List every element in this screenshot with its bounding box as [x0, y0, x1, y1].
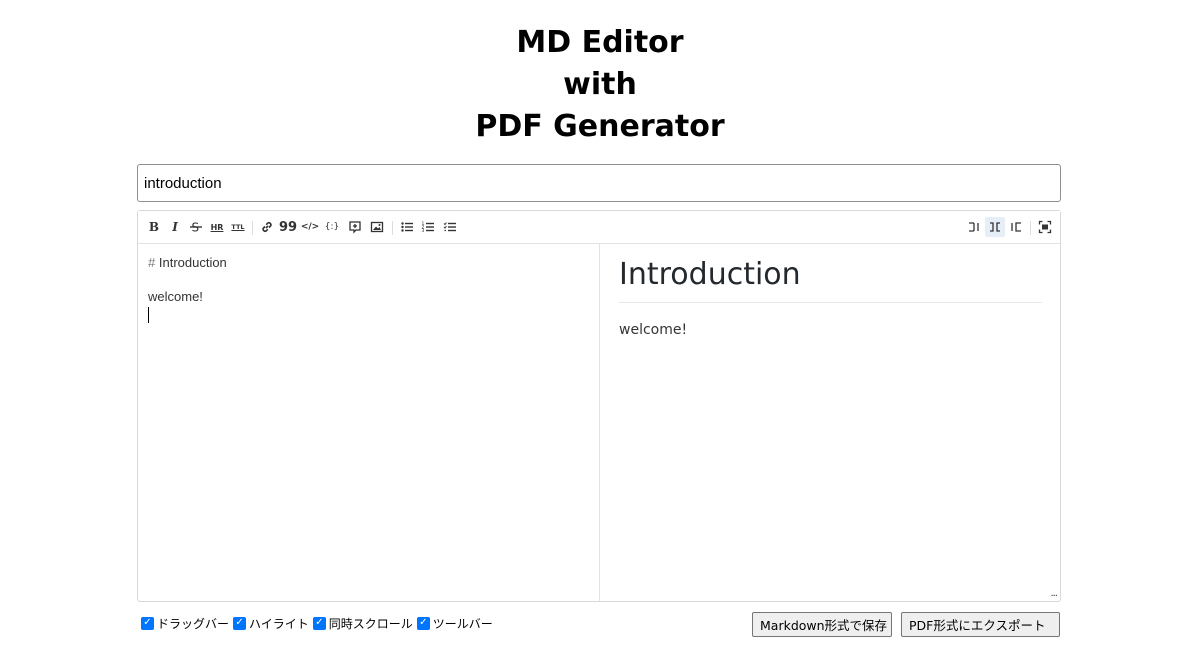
hr-icon[interactable]: HR [207, 217, 227, 237]
text-cursor [148, 306, 149, 323]
markdown-editor: B I S HR TTL 99 </> {:} 123 # Introducti… [137, 210, 1061, 602]
option-sync-scroll[interactable]: ✓ 同時スクロール [312, 615, 413, 632]
export-pdf-button[interactable]: PDF形式にエクスポート [901, 612, 1060, 637]
bold-icon[interactable]: B [144, 217, 164, 237]
title-line-3: PDF Generator [475, 109, 725, 144]
checkbox-checked-icon[interactable]: ✓ [312, 616, 326, 630]
toolbar-divider [1030, 221, 1031, 235]
task-list-icon[interactable] [440, 217, 460, 237]
code-icon[interactable]: </> [300, 217, 320, 237]
svg-text:3: 3 [422, 228, 425, 234]
option-label: ドラッグバー [157, 616, 230, 631]
option-toolbar[interactable]: ✓ ツールバー [416, 615, 493, 632]
checkbox-checked-icon[interactable]: ✓ [233, 616, 247, 630]
editor-options: ✓ ドラッグバー ✓ ハイライト ✓ 同時スクロール ✓ ツールバー [141, 614, 497, 632]
checkbox-checked-icon[interactable]: ✓ [416, 616, 430, 630]
toolbar-divider [252, 221, 253, 235]
editor-toolbar: B I S HR TTL 99 </> {:} 123 [138, 211, 1060, 244]
option-highlight[interactable]: ✓ ハイライト [233, 615, 309, 632]
unordered-list-icon[interactable] [397, 217, 417, 237]
preview-heading: Introduction [619, 257, 1042, 303]
italic-icon[interactable]: I [165, 217, 185, 237]
editor-only-icon[interactable] [964, 217, 984, 237]
fullscreen-icon[interactable] [1035, 217, 1055, 237]
link-icon[interactable] [257, 217, 277, 237]
option-label: 同時スクロール [328, 616, 413, 631]
ordered-list-icon[interactable]: 123 [418, 217, 438, 237]
editor-line-heading: # Introduction [148, 254, 589, 271]
split-view-icon[interactable] [985, 217, 1005, 237]
resize-handle[interactable]: ... [1050, 588, 1057, 599]
preview-pane: Introduction welcome! [601, 244, 1060, 601]
code-block-icon[interactable]: {:} [322, 217, 342, 237]
title-icon[interactable]: TTL [228, 217, 248, 237]
option-label: ツールバー [432, 616, 493, 631]
preview-paragraph: welcome! [619, 322, 688, 338]
editor-line-cursor [148, 305, 589, 323]
editor-heading-text: Introduction [158, 255, 227, 270]
filename-input[interactable] [137, 164, 1061, 202]
page-title: MD Editor with PDF Generator [0, 22, 1200, 148]
editor-line-body: welcome! [148, 289, 203, 304]
editor-text-area[interactable]: # Introduction welcome! [138, 244, 600, 601]
save-markdown-button[interactable]: Markdown形式で保存 [752, 612, 892, 637]
title-line-1: MD Editor [516, 25, 684, 60]
heading-hash: # [148, 255, 156, 270]
option-dragbar[interactable]: ✓ ドラッグバー [141, 615, 229, 632]
preview-only-icon[interactable] [1006, 217, 1026, 237]
checkbox-checked-icon[interactable]: ✓ [141, 616, 154, 630]
strikethrough-icon[interactable]: S [186, 217, 206, 237]
comment-icon[interactable] [345, 217, 365, 237]
quote-icon[interactable]: 99 [278, 217, 298, 237]
title-line-2: with [563, 67, 637, 102]
image-icon[interactable] [367, 217, 387, 237]
option-label: ハイライト [249, 616, 309, 631]
toolbar-divider [392, 221, 393, 235]
editor-line-empty [148, 271, 589, 288]
